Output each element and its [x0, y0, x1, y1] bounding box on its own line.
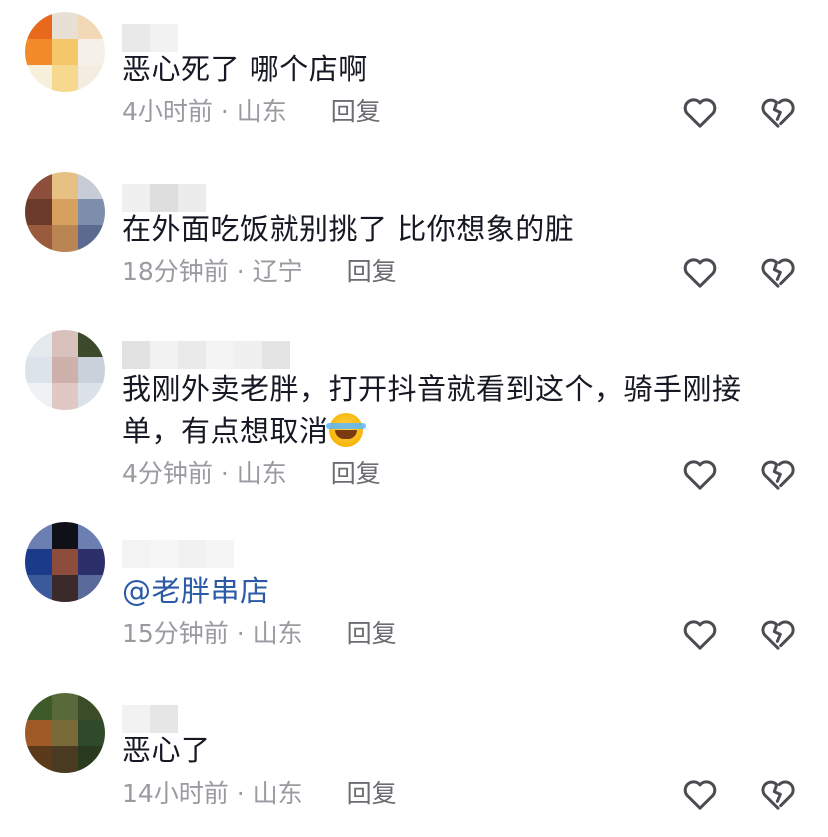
avatar-mosaic-cell — [25, 65, 52, 92]
avatar-mosaic-cell — [78, 719, 105, 747]
mention-link[interactable]: @老胖串店 — [122, 570, 772, 612]
heart-outline-icon[interactable] — [680, 774, 720, 814]
heart-outline-icon[interactable] — [680, 252, 720, 292]
avatar-mosaic-cell — [51, 356, 79, 384]
comment-text: 我刚外卖老胖，打开抖音就看到这个，骑手刚接单，有点想取消 — [122, 372, 742, 448]
comment-time: 4小时前 — [122, 97, 213, 126]
laughing-crying-emoji-icon — [325, 413, 366, 447]
reply-button[interactable]: 回复 — [347, 779, 397, 808]
avatar-mosaic-cell — [25, 172, 52, 199]
comment-location: 山东 — [236, 459, 287, 488]
comment-location: 山东 — [236, 97, 287, 126]
comment-meta: 18分钟前 · 辽宁 回复 — [122, 257, 397, 286]
avatar-mosaic-cell — [51, 383, 79, 410]
avatar-mosaic-cell — [78, 65, 105, 92]
avatar-mosaic-cell — [51, 172, 79, 199]
avatar-mosaic-cell — [78, 356, 105, 384]
avatar-mosaic-cell — [78, 198, 105, 226]
avatar-mosaic-cell — [51, 548, 79, 576]
avatar-mosaic-cell — [78, 383, 105, 410]
comment-meta: 4小时前 · 山东 回复 — [122, 97, 381, 126]
avatar-mosaic-cell — [25, 746, 52, 773]
avatar-mosaic-cell — [78, 548, 105, 576]
comment-time: 18分钟前 — [122, 257, 229, 286]
reply-button[interactable]: 回复 — [331, 97, 381, 126]
heart-outline-icon[interactable] — [680, 454, 720, 494]
avatar-mosaic-cell — [25, 38, 52, 66]
broken-heart-icon[interactable] — [758, 92, 798, 132]
comment-location: 辽宁 — [252, 257, 303, 286]
avatar-mosaic-cell — [51, 38, 79, 66]
comment-meta: 4分钟前 · 山东 回复 — [122, 459, 381, 488]
avatar-mosaic-cell — [25, 548, 52, 576]
heart-outline-icon[interactable] — [680, 614, 720, 654]
avatar[interactable] — [25, 172, 105, 252]
heart-outline-icon[interactable] — [680, 92, 720, 132]
reply-button[interactable]: 回复 — [347, 619, 397, 648]
avatar-mosaic-cell — [25, 225, 52, 252]
avatar-mosaic-cell — [51, 65, 79, 92]
comment-text: 恶心了 — [122, 733, 211, 767]
reply-button[interactable]: 回复 — [347, 257, 397, 286]
avatar-mosaic-cell — [78, 746, 105, 773]
username-blurred[interactable] — [122, 540, 234, 568]
avatar-mosaic-cell — [51, 198, 79, 226]
avatar-mosaic-cell — [51, 12, 79, 39]
comment-meta: 15分钟前 · 山东 回复 — [122, 619, 397, 648]
reply-button[interactable]: 回复 — [331, 459, 381, 488]
avatar-mosaic-cell — [51, 746, 79, 773]
avatar-mosaic-cell — [25, 330, 52, 357]
comment-meta: 14小时前 · 山东 回复 — [122, 779, 397, 808]
avatar[interactable] — [25, 330, 105, 410]
avatar-mosaic-cell — [51, 225, 79, 252]
avatar-mosaic-cell — [78, 575, 105, 602]
broken-heart-icon[interactable] — [758, 454, 798, 494]
comment-text: 在外面吃饭就别挑了 比你想象的脏 — [122, 212, 575, 246]
avatar[interactable] — [25, 522, 105, 602]
avatar-mosaic-cell — [25, 522, 52, 549]
avatar-mosaic-cell — [51, 693, 79, 720]
avatar-mosaic-cell — [25, 356, 52, 384]
avatar-mosaic-cell — [51, 719, 79, 747]
broken-heart-icon[interactable] — [758, 614, 798, 654]
avatar-mosaic-cell — [25, 12, 52, 39]
comment-time: 14小时前 — [122, 779, 229, 808]
avatar-mosaic-cell — [25, 383, 52, 410]
avatar-mosaic-cell — [78, 522, 105, 549]
avatar-mosaic-cell — [51, 575, 79, 602]
avatar-mosaic-cell — [51, 522, 79, 549]
avatar-mosaic-cell — [78, 693, 105, 720]
comment-location: 山东 — [252, 779, 303, 808]
avatar-mosaic-cell — [78, 225, 105, 252]
avatar[interactable] — [25, 12, 105, 92]
avatar-mosaic-cell — [78, 38, 105, 66]
broken-heart-icon[interactable] — [758, 252, 798, 292]
comment-text: 恶心死了 哪个店啊 — [122, 52, 368, 86]
avatar-mosaic-cell — [78, 172, 105, 199]
broken-heart-icon[interactable] — [758, 774, 798, 814]
avatar-mosaic-cell — [25, 719, 52, 747]
comment-time: 4分钟前 — [122, 459, 213, 488]
avatar-mosaic-cell — [25, 198, 52, 226]
comment-time: 15分钟前 — [122, 619, 229, 648]
avatar-mosaic-cell — [78, 12, 105, 39]
avatar-mosaic-cell — [25, 693, 52, 720]
avatar-mosaic-cell — [78, 330, 105, 357]
avatar-mosaic-cell — [51, 330, 79, 357]
comment-location: 山东 — [252, 619, 303, 648]
avatar-mosaic-cell — [25, 575, 52, 602]
username-blurred[interactable] — [122, 341, 290, 369]
avatar[interactable] — [25, 693, 105, 773]
